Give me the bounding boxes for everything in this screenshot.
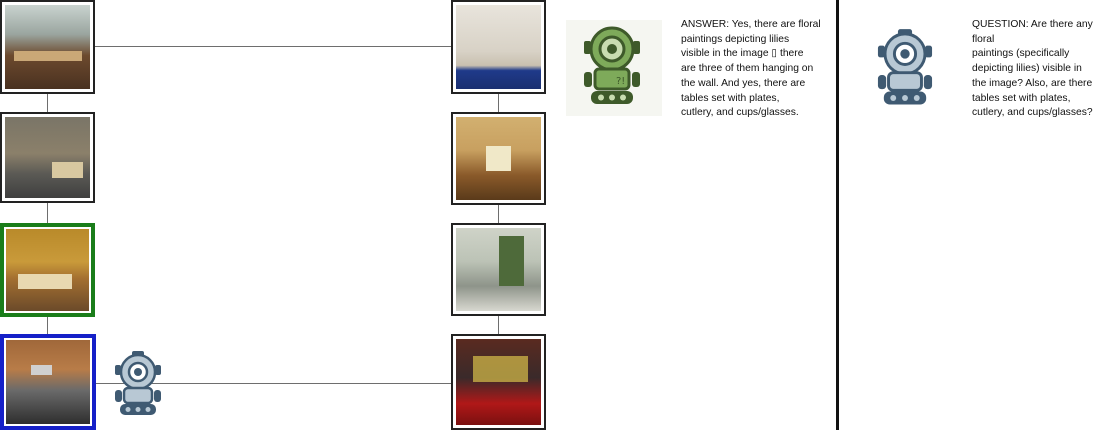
connector-right-1 bbox=[498, 94, 499, 112]
image-node-right-1[interactable] bbox=[451, 0, 546, 94]
image-node-left-2[interactable] bbox=[0, 112, 95, 203]
connector-top-horizontal bbox=[94, 46, 452, 47]
scene-image bbox=[6, 340, 90, 424]
scene-image bbox=[6, 229, 89, 311]
scene-image bbox=[456, 228, 541, 311]
image-node-right-2[interactable] bbox=[451, 112, 546, 205]
answer-text: ANSWER: Yes, there are floral paintings … bbox=[681, 19, 821, 119]
scene-image bbox=[5, 5, 90, 89]
scene-image bbox=[456, 117, 541, 200]
connector-right-2 bbox=[498, 205, 499, 223]
question-text: QUESTION: Are there any floral paintings… bbox=[972, 19, 1093, 119]
svg-text:?!: ?! bbox=[616, 76, 625, 87]
blue-robot-icon bbox=[877, 29, 933, 105]
connector-left-3 bbox=[47, 316, 48, 334]
image-node-left-3-highlighted-green[interactable] bbox=[0, 223, 95, 317]
connector-right-3 bbox=[498, 316, 499, 334]
panel-divider bbox=[836, 0, 839, 430]
image-node-right-4[interactable] bbox=[451, 334, 546, 430]
connector-left-1 bbox=[47, 94, 48, 112]
image-node-left-4-highlighted-blue[interactable] bbox=[0, 334, 96, 430]
connector-left-2 bbox=[47, 203, 48, 223]
image-node-left-1[interactable] bbox=[0, 0, 95, 94]
image-node-right-3[interactable] bbox=[451, 223, 546, 316]
scene-image bbox=[456, 339, 541, 425]
scene-image bbox=[5, 117, 90, 198]
green-robot-icon: ?! bbox=[584, 26, 640, 104]
scene-image bbox=[456, 5, 541, 89]
blue-robot-icon bbox=[115, 351, 161, 415]
